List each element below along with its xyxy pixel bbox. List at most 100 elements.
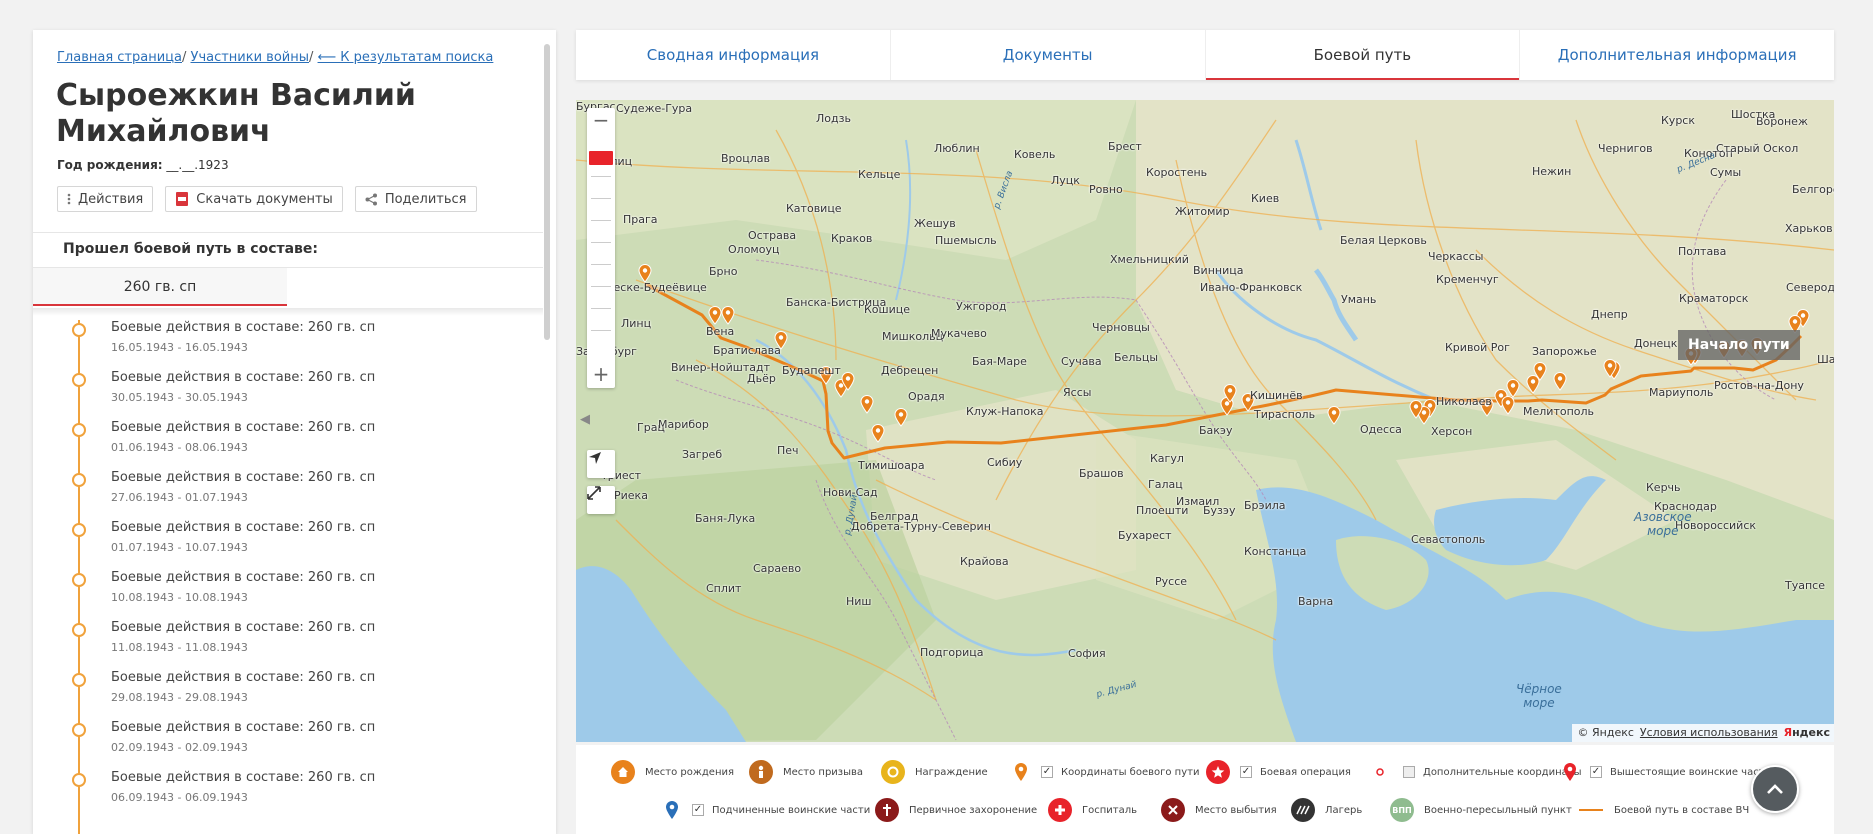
city-label: Дьёр <box>747 372 776 385</box>
panel-scrollbar[interactable] <box>544 44 550 340</box>
collapse-left-icon[interactable]: ◀ <box>580 412 590 427</box>
route-start-label: Начало пути <box>1678 330 1800 360</box>
city-label: Мелитополь <box>1523 405 1595 418</box>
fullscreen-button[interactable] <box>587 486 615 514</box>
route-pin[interactable] <box>638 264 652 283</box>
legend-battle-path-coords[interactable]: ✓ Координаты боевого пути <box>1011 760 1199 784</box>
timeline-item[interactable]: Боевые действия в составе: 260 гв. сп 01.… <box>33 420 543 470</box>
city-label: Катовице <box>786 202 842 215</box>
legend-additional-coords[interactable]: Дополнительные координаты <box>1373 760 1581 784</box>
timeline-item-title: Боевые действия в составе: 260 гв. сп <box>111 670 376 685</box>
section-tabs: Сводная информация Документы Боевой путь… <box>576 30 1834 80</box>
route-layer <box>638 264 1810 460</box>
city-label: Бухарест <box>1118 529 1172 542</box>
x-mark-icon <box>1161 798 1185 822</box>
legend-label: Награждение <box>915 766 988 778</box>
zoom-slider[interactable]: − + <box>587 108 615 388</box>
timeline-item[interactable]: Боевые действия в составе: 260 гв. сп 11.… <box>33 620 543 670</box>
share-button[interactable]: Поделиться <box>354 186 477 212</box>
route-pin[interactable] <box>1327 406 1341 425</box>
route-pin[interactable] <box>871 424 885 443</box>
page-title: Сыроежкин Василий Михайлович <box>56 78 416 149</box>
legend-label: Подчиненные воинские части <box>712 804 871 816</box>
timeline-item[interactable]: Боевые действия в составе: 260 гв. сп 10.… <box>33 570 543 620</box>
checkbox-battle-path-coords[interactable]: ✓ <box>1041 766 1053 778</box>
city-label: Линц <box>621 317 652 330</box>
legend-subordinate-units[interactable]: ✓ Подчиненные воинские части <box>662 798 870 822</box>
legend-birth-place[interactable]: Место рождения <box>611 760 734 784</box>
zoom-in-button[interactable]: + <box>587 362 615 388</box>
checkbox-superior-units[interactable]: ✓ <box>1590 766 1602 778</box>
zoom-out-button[interactable]: − <box>587 108 615 134</box>
city-label: София <box>1068 647 1106 660</box>
route-pin[interactable] <box>860 395 874 414</box>
route-pin[interactable] <box>894 408 908 427</box>
tab-summary[interactable]: Сводная информация <box>576 30 891 80</box>
timeline-item-title: Боевые действия в составе: 260 гв. сп <box>111 520 376 535</box>
chevron-up-icon <box>1767 784 1783 794</box>
timeline-item[interactable]: Боевые действия в составе: 260 гв. сп 27.… <box>33 470 543 520</box>
city-label: Кагул <box>1150 452 1184 465</box>
timeline-item[interactable]: Боевые действия в составе: 260 гв. сп 30.… <box>33 370 543 420</box>
route-pin[interactable] <box>721 306 735 325</box>
legend-hospital[interactable]: Госпиталь <box>1048 798 1137 822</box>
soldier-icon <box>749 760 773 784</box>
tab-battle-path[interactable]: Боевой путь <box>1205 30 1521 80</box>
legend-label: Лагерь <box>1325 804 1363 816</box>
legend-label: Место рождения <box>645 766 734 778</box>
legend-award[interactable]: Награждение <box>881 760 988 784</box>
city-label: Донецк <box>1634 337 1678 350</box>
timeline-dot <box>72 323 86 337</box>
legend-superior-units[interactable]: ✓ Вышестоящие воинские части <box>1560 760 1771 784</box>
terms-link[interactable]: Условия использования <box>1640 724 1778 742</box>
breadcrumb-home-link[interactable]: Главная страница <box>57 50 182 65</box>
city-label: Краков <box>831 232 873 245</box>
download-documents-button[interactable]: Скачать документы <box>165 186 343 212</box>
legend-transit-point[interactable]: ВПП Военно-пересыльный пункт <box>1390 798 1572 822</box>
zoom-slider-thumb[interactable] <box>589 151 613 165</box>
checkbox-additional-coords[interactable] <box>1403 766 1415 778</box>
timeline-item[interactable]: Боевые действия в составе: 260 гв. сп 06.… <box>33 770 543 820</box>
checkbox-battle-operation[interactable]: ✓ <box>1240 766 1252 778</box>
city-label: Белая Церковь <box>1340 234 1427 247</box>
route-pin[interactable] <box>1526 375 1540 394</box>
tab-additional-info[interactable]: Дополнительная информация <box>1520 30 1834 80</box>
city-label: Бузэу <box>1203 504 1236 517</box>
tab-documents[interactable]: Документы <box>891 30 1206 80</box>
checkbox-subordinate-units[interactable]: ✓ <box>692 804 704 816</box>
actions-button[interactable]: Действия <box>57 186 154 212</box>
geolocation-button[interactable] <box>587 450 615 478</box>
legend-unit-route[interactable]: Боевой путь в составе ВЧ <box>1578 798 1749 822</box>
timeline-item[interactable]: Боевые действия в составе: 260 гв. сп 29.… <box>33 670 543 720</box>
timeline-item[interactable]: Боевые действия в составе: 260 гв. сп 02.… <box>33 720 543 770</box>
route-pin[interactable] <box>1506 379 1520 398</box>
timeline-item-dates: 11.08.1943 - 11.08.1943 <box>111 641 248 654</box>
unit-tab-260[interactable]: 260 гв. сп <box>33 268 287 306</box>
back-to-results-link[interactable]: ⟵ К результатам поиска <box>318 50 494 65</box>
city-label: Галац <box>1148 478 1183 491</box>
battle-path-map[interactable]: Судеже-Гура Лодзь Люблин Ковель Брест Курск Во… <box>576 100 1834 742</box>
legend-camp[interactable]: Лагерь <box>1291 798 1362 822</box>
scroll-to-top-button[interactable] <box>1751 765 1799 813</box>
timeline-item[interactable]: Боевые действия в составе: 260 гв. сп 16.… <box>33 320 543 370</box>
legend-battle-operation[interactable]: ✓ Боевая операция <box>1206 760 1351 784</box>
breadcrumb-participants-link[interactable]: Участники войны <box>191 50 310 65</box>
legend-draft-place[interactable]: Место призыва <box>749 760 863 784</box>
legend-label: Военно-пересыльный пункт <box>1424 804 1572 816</box>
city-label: Тимишоара <box>858 459 925 472</box>
city-label: Дебрецен <box>881 364 939 377</box>
city-label: Полтава <box>1678 245 1727 258</box>
legend-primary-burial[interactable]: Первичное захоронение <box>875 798 1037 822</box>
timeline-dot <box>72 373 86 387</box>
timeline-dot <box>72 723 86 737</box>
city-label: Житомир <box>1175 205 1230 218</box>
city-label: Сараево <box>753 562 802 575</box>
city-label: Яссы <box>1063 386 1092 399</box>
route-pin[interactable] <box>708 306 722 325</box>
timeline-item[interactable]: Боевые действия в составе: 260 гв. сп 01.… <box>33 520 543 570</box>
route-pin[interactable] <box>1553 372 1567 391</box>
legend-departure-place[interactable]: Место выбытия <box>1161 798 1277 822</box>
city-label: Брно <box>709 265 738 278</box>
city-label: Черкассы <box>1428 250 1484 263</box>
route-pin[interactable] <box>1501 396 1515 415</box>
